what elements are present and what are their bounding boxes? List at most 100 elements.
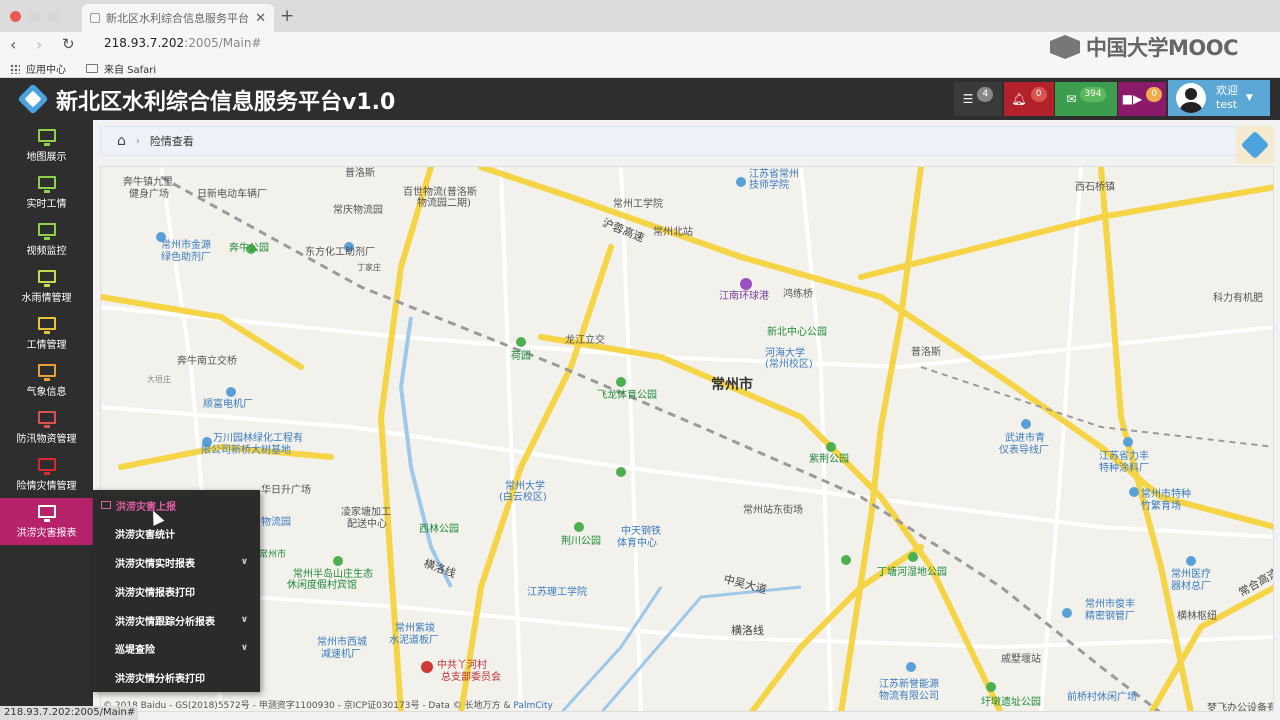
sidebar-item-video[interactable]: 视频监控 — [0, 216, 93, 263]
map-label: 物流园二期) — [417, 198, 471, 209]
map-label: 特种涂料厂 — [1099, 463, 1149, 474]
map-label: 总支部委员会 — [441, 672, 501, 683]
bookmark-safari[interactable]: 来自 Safari — [86, 61, 156, 76]
flood-report-submenu: 洪涝灾害上报 洪涝灾害统计 洪涝灾情实时报表 ∨ 洪涝灾情报表打印 洪涝灾情跟踪分… — [93, 490, 260, 692]
breadcrumb: ⌂ › 险情查看 — [100, 126, 1240, 156]
map-label: 奔牛镇九里 — [123, 177, 173, 188]
breadcrumb-current: 险情查看 — [149, 135, 194, 148]
submenu-item-print[interactable]: 洪涝灾情报表打印 — [93, 577, 260, 605]
sidebar-item-map[interactable]: 地图展示 — [0, 122, 93, 169]
map-label: 常州站东街场 — [743, 505, 803, 516]
map-label: 常庆物流园 — [333, 205, 383, 216]
submenu-item-label: 洪涝灾情实时报表 — [115, 558, 195, 570]
sidebar-item-works[interactable]: 工情管理 — [0, 310, 93, 357]
map-label: 西石桥镇 — [1075, 182, 1115, 193]
map-label: (白云校区) — [499, 492, 547, 503]
tasks-button[interactable]: ☰ 4 — [954, 82, 1002, 116]
map-label: 顺富电机厂 — [203, 399, 253, 410]
submenu-item-stats[interactable]: 洪涝灾害统计 — [93, 519, 260, 547]
map-label: 西林公园 — [419, 524, 459, 535]
submenu-item-tracking[interactable]: 洪涝灾情跟踪分析报表 ∨ — [93, 606, 260, 634]
map-label: 梦飞办公设备有 — [1207, 703, 1274, 712]
map-credit-link[interactable]: PalmCity — [513, 701, 552, 711]
folder-icon — [86, 64, 98, 73]
app-logo-icon — [17, 83, 49, 115]
new-tab-button[interactable]: + — [280, 6, 294, 26]
monitor-icon — [37, 504, 56, 522]
messages-button[interactable]: ✉ 394 — [1055, 82, 1117, 116]
map-label: 减速机厂 — [321, 649, 361, 660]
bookmark-apps[interactable]: 应用中心 — [10, 61, 66, 76]
alerts-button[interactable]: 🔔︎ 0 — [1004, 82, 1054, 116]
close-tab-icon[interactable]: ✕ — [255, 11, 266, 26]
map-label: 圩墩遗址公园 — [981, 697, 1041, 708]
map-label: 奔牛公园 — [229, 243, 269, 254]
chevron-down-icon: ∨ — [240, 643, 248, 653]
submenu-item-label: 洪涝灾情报表打印 — [115, 587, 195, 599]
map-label: 横洛线 — [731, 624, 764, 637]
sidebar-item-label: 洪涝灾害报表 — [16, 527, 77, 539]
submenu-item-report[interactable]: 洪涝灾害上报 — [93, 491, 260, 519]
map-label: 日新电动车辆厂 — [197, 189, 267, 200]
forward-icon[interactable]: › — [36, 35, 42, 54]
submenu-item-realtime[interactable]: 洪涝灾情实时报表 ∨ — [93, 548, 260, 576]
map-label: 奔牛南立交桥 — [177, 356, 237, 367]
bell-icon: 🔔︎ — [1011, 92, 1027, 106]
corner-logo-icon[interactable] — [1236, 126, 1274, 164]
submenu-item-label: 洪涝灾情分析表打印 — [115, 673, 205, 685]
url-host: 218.93.7.202 — [104, 36, 185, 50]
video-button[interactable]: ■▶ 0 — [1118, 82, 1166, 116]
map-label: 常州市俊丰 — [1085, 599, 1135, 610]
sidebar-item-realtime[interactable]: 实时工情 — [0, 169, 93, 216]
map-view[interactable]: 普洛斯 奔牛镇九里 健身广场 日新电动车辆厂 百世物流(普洛斯 物流园二期) 常… — [100, 166, 1274, 712]
map-label: 健身广场 — [129, 189, 169, 200]
map-label: 鸿练桥 — [783, 289, 813, 300]
map-label: 配送中心 — [347, 519, 387, 530]
monitor-icon — [37, 128, 56, 146]
map-label: 常州工学院 — [613, 199, 663, 210]
minimize-window-button[interactable] — [29, 11, 40, 22]
close-window-button[interactable] — [10, 11, 21, 22]
map-label: 江苏新誉能源 — [879, 679, 939, 690]
map-label: 武进市青 — [1005, 433, 1045, 444]
reload-icon[interactable]: ↻ — [62, 35, 75, 53]
monitor-icon — [101, 501, 111, 509]
back-icon[interactable]: ‹ — [10, 35, 16, 54]
map-label: 中天钢铁 — [621, 526, 661, 537]
zoom-window-button[interactable] — [48, 11, 59, 22]
home-icon[interactable]: ⌂ — [117, 133, 126, 149]
sidebar-item-label: 实时工情 — [26, 198, 67, 210]
sidebar-item-label: 工情管理 — [26, 339, 67, 351]
sidebar-item-weather[interactable]: 气象信息 — [0, 357, 93, 404]
sidebar-item-danger[interactable]: 险情灾情管理 — [0, 451, 93, 498]
monitor-icon — [37, 316, 56, 334]
map-credit-text: © 2018 Baidu - GS(2018)5572号 - 甲测资字11009… — [103, 701, 511, 711]
map-label: 凌家塘加工 — [341, 507, 391, 518]
monitor-icon — [37, 222, 56, 240]
sidebar-item-label: 防汛物资管理 — [16, 433, 77, 445]
map-credit: © 2018 Baidu - GS(2018)5572号 - 甲测资字11009… — [103, 698, 553, 711]
user-name: test — [1216, 98, 1238, 111]
map-label: 江苏省力丰 — [1099, 451, 1149, 462]
sidebar-item-supplies[interactable]: 防汛物资管理 — [0, 404, 93, 451]
sidebar-item-rain[interactable]: 水雨情管理 — [0, 263, 93, 310]
map-label: 器材总厂 — [1171, 581, 1211, 592]
map-label: 物流园 — [261, 517, 291, 528]
mooc-watermark: 中国大学MOOC — [1050, 32, 1239, 62]
map-label: 紫荆公园 — [809, 454, 849, 465]
map-label: 常州北站 — [653, 227, 693, 238]
sidebar-item-label: 水雨情管理 — [21, 292, 72, 304]
mooc-logo-icon — [1050, 35, 1080, 59]
video-icon: ■▶ — [1121, 92, 1143, 106]
map-label: 江南环球港 — [719, 291, 769, 302]
url-field[interactable]: 218.93.7.202:2005/Main# — [104, 36, 261, 50]
map-label: 常州市 — [711, 377, 753, 393]
submenu-item-analysis-print[interactable]: 洪涝灾情分析表打印 — [93, 663, 260, 691]
chevron-down-icon: ∨ — [240, 557, 248, 567]
sidebar-item-flood-report[interactable]: 洪涝灾害报表 — [0, 498, 93, 545]
browser-tab[interactable]: 新北区水利综合信息服务平台 ✕ — [82, 4, 274, 32]
user-menu[interactable]: 欢迎 test ▼ — [1168, 80, 1270, 116]
map-label: 荆川公园 — [561, 536, 601, 547]
submenu-item-dike[interactable]: 巡堤查险 ∨ — [93, 634, 260, 662]
map-label: 科力有机肥 — [1213, 293, 1263, 304]
